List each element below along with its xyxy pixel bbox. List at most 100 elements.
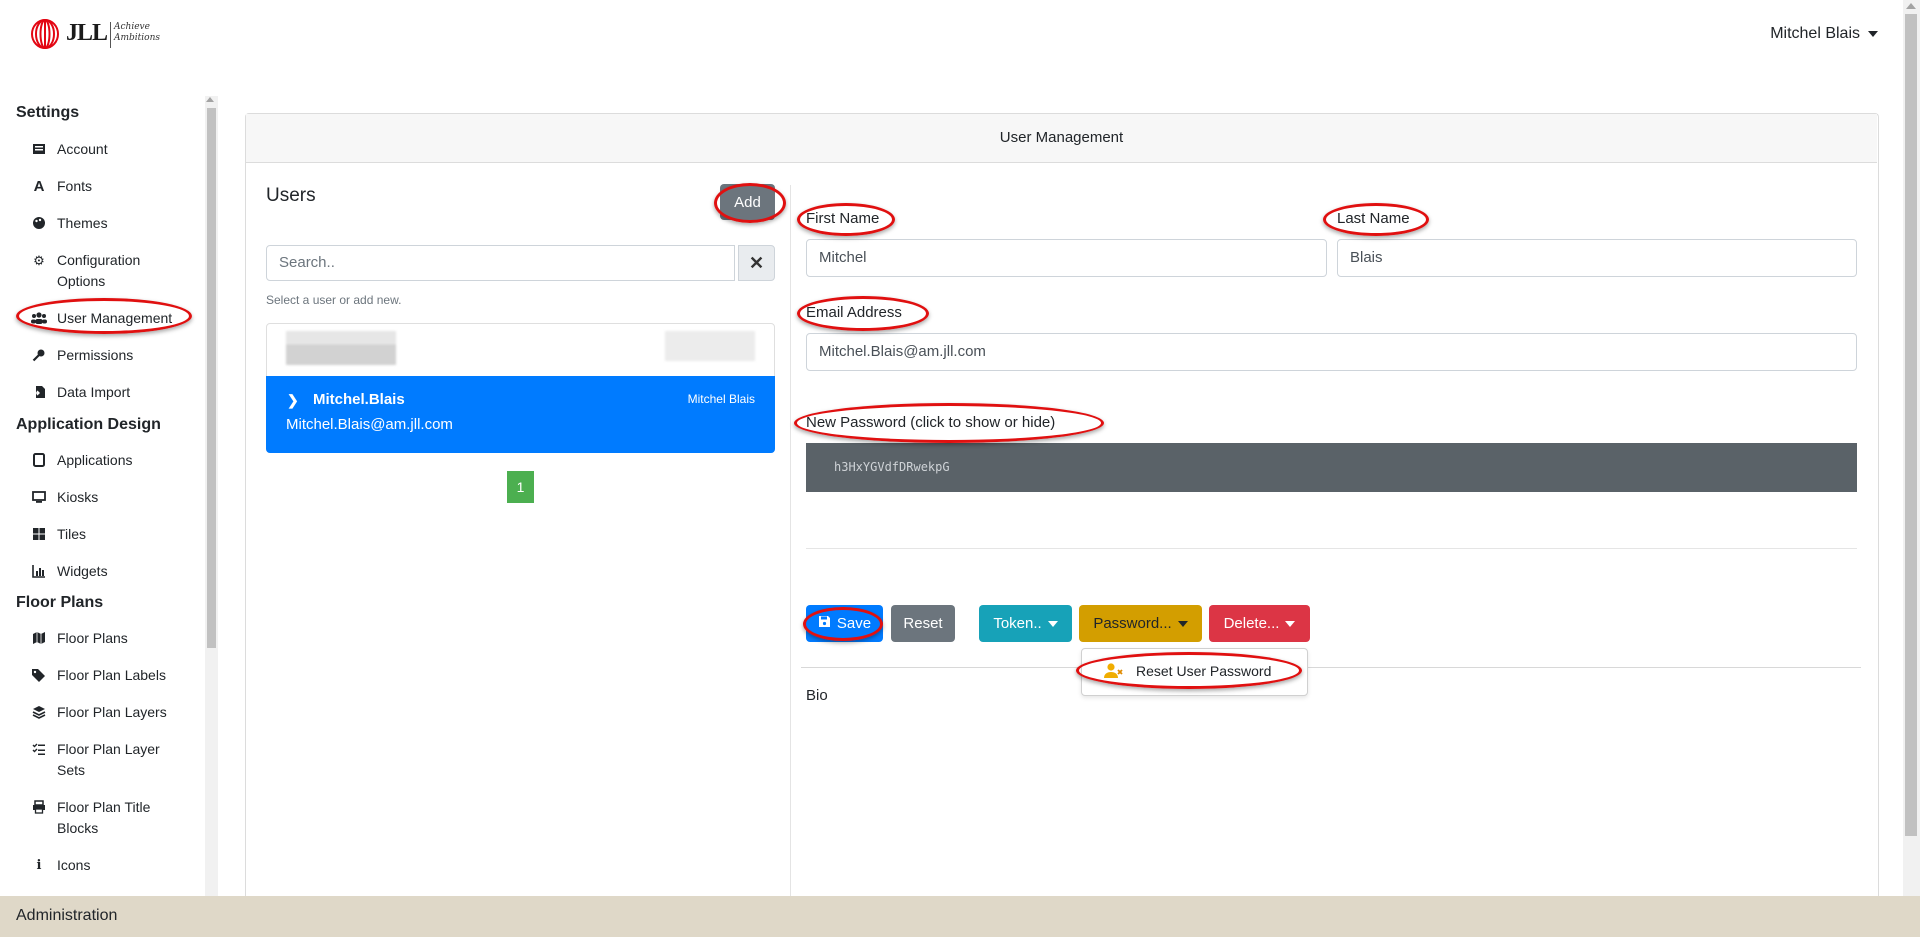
map-icon [31,631,47,647]
chevron-right-icon: ❯ [287,392,299,408]
sidebar-item-label: Configuration Options [57,252,141,289]
reset-user-password-menu-item[interactable]: Reset User Password [1082,654,1305,688]
file-import-icon [31,385,47,401]
password-label: Password... [1093,615,1172,632]
jll-logo-mark [30,19,60,49]
scroll-up-arrow-icon[interactable] [1906,3,1916,9]
bio-label: Bio [806,687,828,704]
divider [801,667,1861,668]
selected-display-name: Mitchel Blais [687,392,755,406]
section-floor-plans: Floor Plans [16,594,104,611]
card-title: User Management [246,114,1877,163]
sidebar-item-user-management[interactable]: User Management [31,308,191,329]
sidebar-item-label: Permissions [57,347,134,363]
sidebar-item-label: Floor Plan Labels [57,667,166,683]
save-label: Save [836,615,872,632]
sidebar-item-themes[interactable]: Themes [31,213,191,234]
add-user-button[interactable]: Add [720,184,775,220]
password-label[interactable]: New Password (click to show or hide) [806,414,1055,431]
sidebar-item-label: Tiles [57,526,87,542]
sidebar-item-label: Floor Plan Layer Sets [57,741,160,778]
last-name-field[interactable]: Blais [1337,239,1857,277]
sidebar-item-label: Themes [57,215,108,231]
user-management-card [245,113,1879,897]
sidebar-item-kiosks[interactable]: Kiosks [31,487,191,508]
sidebar-item-fonts[interactable]: A Fonts [31,176,191,197]
chevron-down-icon [1868,31,1878,37]
sidebar-item-widgets[interactable]: Widgets [31,561,191,582]
list-check-icon [31,742,47,758]
gear-icon: ⚙ [33,253,45,268]
print-icon [31,800,47,816]
key-icon [31,348,47,364]
sidebar-item-label: Applications [57,452,133,468]
sidebar-item-account[interactable]: Account [31,139,191,160]
token-dropdown-button[interactable]: Token.. [979,605,1072,642]
menu-item-label: Reset User Password [1136,663,1272,679]
page-scroll-thumb[interactable] [1905,14,1917,836]
redacted-user-display-name [665,331,755,361]
sidebar-item-applications[interactable]: Applications [31,450,191,471]
scroll-up-arrow-icon[interactable] [206,97,214,102]
sidebar-item-icons[interactable]: i Icons [31,855,191,876]
sidebar-item-label: Floor Plan Title Blocks [57,799,151,836]
sidebar-item-floor-plan-layers[interactable]: Floor Plan Layers [31,702,191,723]
administration-bar[interactable]: Administration [0,896,1920,937]
selected-email: Mitchel.Blais@am.jll.com [286,416,453,433]
save-button[interactable]: Save [806,605,883,642]
token-label: Token.. [993,615,1042,632]
sidebar-item-floor-plan-title-blocks[interactable]: Floor Plan Title Blocks [31,797,191,839]
divider [806,548,1857,549]
list-item-selected[interactable] [266,376,775,453]
chevron-down-icon [1285,620,1296,627]
delete-dropdown-button[interactable]: Delete... [1209,605,1310,642]
sidebar-scroll-thumb[interactable] [207,108,216,648]
email-label: Email Address [806,304,902,321]
sidebar-item-label: Widgets [57,563,108,579]
floppy-disk-icon [818,615,831,632]
redacted-user-name[interactable] [286,331,396,365]
column-divider [790,185,791,896]
email-field[interactable]: Mitchel.Blais@am.jll.com [806,333,1857,371]
sidebar-item-configuration-options[interactable]: ⚙ Configuration Options [31,250,191,292]
sidebar-item-label: Fonts [57,178,93,194]
reset-button[interactable]: Reset [891,605,955,642]
list-icon [31,142,47,158]
sidebar-item-data-import[interactable]: Data Import [31,382,191,403]
chevron-down-icon [1047,620,1058,627]
users-title: Users [266,185,316,206]
palette-icon [31,216,47,232]
users-icon [31,311,47,327]
logo-text: JLL [66,20,108,46]
sidebar-item-permissions[interactable]: Permissions [31,345,191,366]
sidebar-item-floor-plans[interactable]: Floor Plans [31,628,191,649]
logo-tagline: Achieve Ambitions [114,22,161,43]
sidebar-item-floor-plan-layer-sets[interactable]: Floor Plan Layer Sets [31,739,191,781]
monitor-icon [31,490,47,506]
logo-divider [110,22,111,48]
sidebar-item-label: Data Import [57,384,131,400]
selected-username: Mitchel.Blais [313,391,405,408]
sidebar-item-tiles[interactable]: Tiles [31,524,191,545]
search-input[interactable]: Search.. [266,245,735,281]
first-name-field[interactable]: Mitchel [806,239,1327,277]
sidebar-item-label: Floor Plan Layers [57,704,167,720]
section-settings: Settings [16,104,80,121]
password-dropdown-button[interactable]: Password... [1079,605,1202,642]
grid-icon [31,527,47,543]
section-application-design: Application Design [16,416,161,433]
user-menu[interactable]: Mitchel Blais [1770,25,1878,43]
pagination-page-1[interactable]: 1 [507,471,534,503]
sidebar-item-label: Kiosks [57,489,99,505]
close-icon: ✕ [748,253,765,273]
clear-search-button[interactable]: ✕ [738,245,775,281]
search-hint: Select a user or add new. [266,293,402,307]
chart-icon [31,564,47,580]
sidebar-item-floor-plan-labels[interactable]: Floor Plan Labels [31,665,191,686]
first-name-label: First Name [806,210,880,227]
layers-icon [31,705,47,721]
sidebar-item-label: Floor Plans [57,630,128,646]
password-field[interactable]: h3HxYGVdfDRwekpG [806,443,1857,492]
info-icon: i [36,858,42,873]
user-times-icon [1104,662,1124,680]
